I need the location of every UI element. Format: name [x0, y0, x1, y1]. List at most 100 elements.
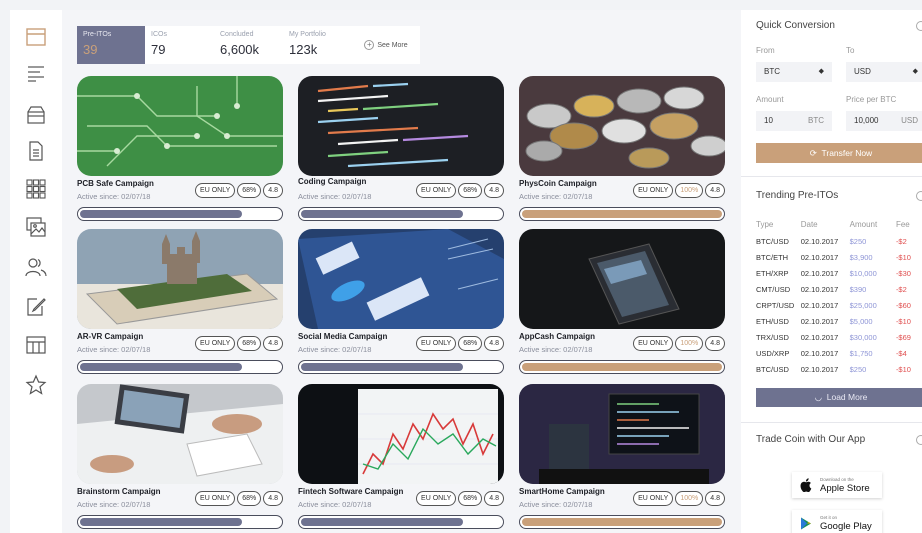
- campaign-card[interactable]: Fintech Software Campaign Active since: …: [298, 384, 504, 533]
- price-label: Price per BTC: [846, 95, 897, 104]
- stat-icos[interactable]: ICOs 79: [145, 26, 214, 64]
- cell-type: ETH/USD: [756, 316, 789, 326]
- document-icon[interactable]: [25, 140, 47, 162]
- rating-badge: 4.8: [484, 491, 504, 506]
- stat-label: ICOs: [151, 31, 167, 38]
- table-row[interactable]: ETH/XRP 02.10.2017 $10,000 -$30: [756, 265, 922, 281]
- campaign-title: Brainstorm Campaign: [77, 487, 161, 496]
- table-icon[interactable]: [25, 334, 47, 356]
- cell-date: 02.10.2017: [800, 236, 839, 246]
- cell-fee: -$2: [895, 284, 907, 294]
- campaign-title: Social Media Campaign: [298, 332, 388, 341]
- cell-date: 02.10.2017: [800, 316, 839, 326]
- to-select[interactable]: USD ◆: [846, 62, 922, 82]
- google-play-button[interactable]: Get it on Google Play: [792, 510, 882, 533]
- window-icon[interactable]: [25, 26, 47, 48]
- price-input[interactable]: 10,000 USD: [846, 111, 922, 131]
- campaign-card[interactable]: PCB Safe Campaign Active since: 02/07/18…: [77, 76, 283, 228]
- progress-fill: [522, 210, 722, 218]
- header-amount: Amount: [849, 219, 878, 229]
- campaign-title: PCB Safe Campaign: [77, 179, 154, 188]
- stat-pre-itos[interactable]: Pre-ITOs 39: [77, 26, 145, 64]
- campaign-image: [77, 76, 283, 176]
- percent-badge: 68%: [458, 183, 483, 198]
- grid-icon[interactable]: [25, 178, 47, 200]
- cell-date: 02.10.2017: [800, 332, 839, 342]
- cell-fee: -$30: [895, 268, 911, 278]
- rating-badge: 4.8: [263, 336, 283, 351]
- campaign-title: SmartHome Campaign: [519, 487, 605, 496]
- cell-date: 02.10.2017: [800, 348, 839, 358]
- region-badge: EU ONLY: [633, 491, 674, 506]
- region-badge: EU ONLY: [633, 336, 674, 351]
- campaign-card[interactable]: Coding Campaign Active since: 02/07/18 E…: [298, 76, 504, 228]
- campaign-card[interactable]: SmartHome Campaign Active since: 02/07/1…: [519, 384, 725, 533]
- campaign-card[interactable]: AppCash Campaign Active since: 02/07/18 …: [519, 229, 725, 381]
- table-row[interactable]: CMT/USD 02.10.2017 $390 -$2: [756, 281, 922, 297]
- apple-store-button[interactable]: Download on the Apple Store: [792, 472, 882, 498]
- see-more-label: See More: [377, 41, 408, 49]
- menu-lines-icon[interactable]: [25, 62, 47, 84]
- region-badge: EU ONLY: [416, 491, 457, 506]
- load-more-button[interactable]: ◡ Load More: [756, 388, 922, 407]
- campaign-image: [298, 229, 504, 329]
- collapse-icon[interactable]: [916, 435, 922, 445]
- stat-value: 39: [83, 42, 98, 57]
- table-row[interactable]: TRX/USD 02.10.2017 $30,000 -$69: [756, 329, 922, 345]
- campaign-card[interactable]: Social Media Campaign Active since: 02/0…: [298, 229, 504, 381]
- table-row[interactable]: BTC/USD 02.10.2017 $250 -$10: [756, 361, 922, 377]
- sidebar: [10, 10, 62, 533]
- transfer-now-button[interactable]: ⟳ Transfer Now: [756, 143, 922, 163]
- campaign-image: [519, 229, 725, 329]
- cell-type: TRX/USD: [756, 332, 789, 342]
- rating-badge: 4.8: [263, 183, 283, 198]
- table-row[interactable]: BTC/USD 02.10.2017 $250 -$2: [756, 233, 922, 249]
- cell-date: 02.10.2017: [800, 300, 839, 310]
- region-badge: EU ONLY: [195, 183, 236, 198]
- campaign-image: [519, 384, 725, 484]
- table-row[interactable]: CRPT/USD 02.10.2017 $25,000 -$60: [756, 297, 922, 313]
- amount-label: Amount: [756, 95, 784, 104]
- campaign-since: Active since: 02/07/18: [77, 192, 151, 201]
- cell-amount: $25,000: [849, 300, 877, 310]
- table-header-row: Type Date Amount Fee: [756, 215, 922, 233]
- cell-type: BTC/ETH: [756, 252, 789, 262]
- cell-date: 02.10.2017: [800, 284, 839, 294]
- cell-type: CMT/USD: [756, 284, 791, 294]
- progress-bar: [519, 207, 725, 221]
- progress-fill: [522, 518, 722, 526]
- cell-type: BTC/USD: [756, 236, 789, 246]
- star-icon[interactable]: [25, 374, 47, 396]
- plus-icon: +: [364, 40, 375, 50]
- progress-fill: [80, 210, 242, 218]
- campaign-since: Active since: 02/07/18: [519, 345, 593, 354]
- table-row[interactable]: USD/XRP 02.10.2017 $1,750 -$4: [756, 345, 922, 361]
- amount-input[interactable]: 10 BTC: [756, 111, 832, 131]
- box-icon[interactable]: [25, 104, 47, 126]
- collapse-icon[interactable]: [916, 191, 922, 201]
- stat-label: Pre-ITOs: [83, 31, 112, 38]
- campaign-card[interactable]: Brainstorm Campaign Active since: 02/07/…: [77, 384, 283, 533]
- campaign-image: [298, 384, 504, 484]
- edit-icon[interactable]: [25, 296, 47, 318]
- campaign-title: PhysCoin Campaign: [519, 179, 597, 188]
- collapse-icon[interactable]: [916, 21, 922, 31]
- percent-badge: 68%: [237, 336, 262, 351]
- table-row[interactable]: BTC/ETH 02.10.2017 $3,900 -$10: [756, 249, 922, 265]
- campaign-card[interactable]: AR-VR Campaign Active since: 02/07/18 EU…: [77, 229, 283, 381]
- progress-fill: [80, 363, 242, 371]
- stat-portfolio[interactable]: My Portfolio 123k: [283, 26, 352, 64]
- see-more-button[interactable]: + See More: [352, 26, 420, 64]
- stat-concluded[interactable]: Concluded 6,600k: [214, 26, 283, 64]
- campaign-title: AR-VR Campaign: [77, 332, 144, 341]
- progress-bar: [77, 360, 283, 374]
- campaign-card[interactable]: PhysCoin Campaign Active since: 02/07/18…: [519, 76, 725, 228]
- table-row[interactable]: ETH/USD 02.10.2017 $5,000 -$10: [756, 313, 922, 329]
- campaign-image: [77, 229, 283, 329]
- from-value: BTC: [764, 67, 780, 76]
- header-fee: Fee: [895, 219, 910, 229]
- progress-fill: [301, 210, 463, 218]
- users-icon[interactable]: [25, 256, 47, 278]
- from-select[interactable]: BTC ◆: [756, 62, 832, 82]
- image-gallery-icon[interactable]: [25, 216, 47, 238]
